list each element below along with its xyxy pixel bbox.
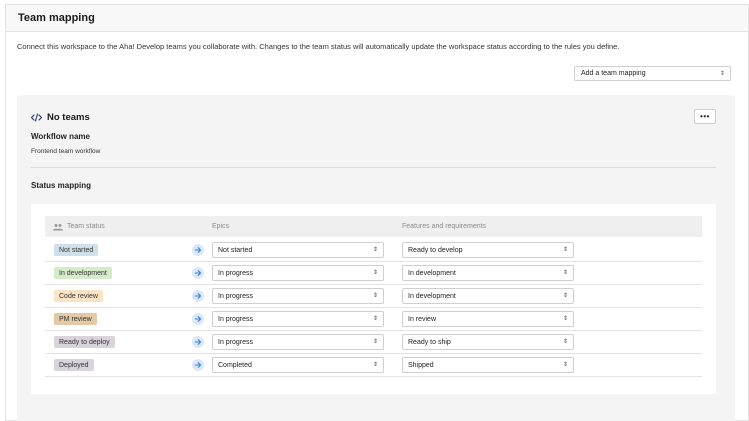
table-row: Deployed Completed ⇕ Shipped ⇕ <box>45 354 702 377</box>
column-header-label: Epics <box>212 223 230 230</box>
column-header-features: Features and requirements <box>402 216 486 237</box>
column-header-team-status: Team status <box>53 216 105 237</box>
add-team-mapping-label: Add a team mapping <box>581 70 646 77</box>
status-mapping-heading: Status mapping <box>31 181 92 190</box>
status-badge: PM review <box>54 313 97 325</box>
card-header: No teams <box>31 112 90 123</box>
add-team-mapping-select[interactable]: Add a team mapping ⇕ <box>574 66 731 81</box>
epic-status-value: Not started <box>218 246 253 254</box>
table-row: PM review In progress ⇕ In review ⇕ <box>45 308 702 331</box>
status-badge: Ready to deploy <box>54 336 115 348</box>
epic-status-value: In progress <box>218 338 254 346</box>
epic-status-value: In progress <box>218 269 254 277</box>
team-mapping-panel: Connect this workspace to the Aha! Devel… <box>5 31 749 421</box>
epic-status-value: In progress <box>218 315 254 323</box>
column-header-label: Team status <box>67 223 105 230</box>
feature-status-value: In review <box>408 315 437 323</box>
table-row: Ready to deploy In progress ⇕ Ready to sh… <box>45 331 702 354</box>
select-chevron-icon: ⇕ <box>372 247 378 253</box>
page: Team mapping Connect this workspace to t… <box>0 0 749 421</box>
divider <box>31 167 716 168</box>
table-row: In development In progress ⇕ In developme… <box>45 262 702 285</box>
arrow-right-icon <box>192 267 204 279</box>
status-mapping-table: Team status Epics Features and requireme… <box>31 204 716 394</box>
feature-status-select[interactable]: Ready to develop ⇕ <box>402 242 574 258</box>
select-chevron-icon: ⇕ <box>372 293 378 299</box>
status-badge: In development <box>54 267 112 279</box>
feature-status-select[interactable]: Ready to ship ⇕ <box>402 334 574 350</box>
select-chevron-icon: ⇕ <box>719 70 725 77</box>
select-chevron-icon: ⇕ <box>562 293 568 299</box>
workflow-name-label: Workflow name <box>31 132 90 141</box>
description-text: Connect this workspace to the Aha! Devel… <box>17 42 620 51</box>
feature-status-select[interactable]: Shipped ⇕ <box>402 357 574 373</box>
feature-status-value: In development <box>408 269 456 277</box>
table-header: Team status Epics Features and requireme… <box>45 216 702 237</box>
users-icon <box>53 223 63 230</box>
select-chevron-icon: ⇕ <box>562 316 568 322</box>
select-chevron-icon: ⇕ <box>372 270 378 276</box>
feature-status-select[interactable]: In review ⇕ <box>402 311 574 327</box>
select-chevron-icon: ⇕ <box>372 316 378 322</box>
select-chevron-icon: ⇕ <box>372 339 378 345</box>
feature-status-select[interactable]: In development ⇕ <box>402 265 574 281</box>
status-badge: Code review <box>54 290 103 302</box>
team-mapping-card: No teams ••• Workflow name Frontend team… <box>17 95 735 421</box>
epic-status-select[interactable]: In progress ⇕ <box>212 334 384 350</box>
table-row: Code review In progress ⇕ In development ⇕ <box>45 285 702 308</box>
epic-status-select[interactable]: Completed ⇕ <box>212 357 384 373</box>
arrow-right-icon <box>192 290 204 302</box>
code-icon <box>31 113 42 122</box>
epic-status-select[interactable]: In progress ⇕ <box>212 288 384 304</box>
arrow-right-icon <box>192 313 204 325</box>
workflow-name-value: Frontend team workflow <box>31 148 101 155</box>
arrow-right-icon <box>192 336 204 348</box>
select-chevron-icon: ⇕ <box>372 362 378 368</box>
feature-status-value: Shipped <box>408 361 434 369</box>
epic-status-value: In progress <box>218 292 254 300</box>
select-chevron-icon: ⇕ <box>562 247 568 253</box>
select-chevron-icon: ⇕ <box>562 339 568 345</box>
status-badge: Deployed <box>54 359 94 371</box>
column-header-epics: Epics <box>212 216 229 237</box>
epic-status-value: Completed <box>218 361 252 369</box>
epic-status-select[interactable]: In progress ⇕ <box>212 265 384 281</box>
arrow-right-icon <box>192 244 204 256</box>
more-options-button[interactable]: ••• <box>694 109 716 124</box>
status-badge: Not started <box>54 244 99 256</box>
column-header-label: Features and requirements <box>402 223 487 230</box>
card-title: No teams <box>47 112 90 123</box>
arrow-right-icon <box>192 359 204 371</box>
select-chevron-icon: ⇕ <box>562 362 568 368</box>
feature-status-value: Ready to develop <box>408 246 463 254</box>
table-row: Not started Not started ⇕ Ready to develo… <box>45 239 702 262</box>
epic-status-select[interactable]: In progress ⇕ <box>212 311 384 327</box>
feature-status-value: In development <box>408 292 456 300</box>
page-header: Team mapping <box>5 4 749 31</box>
epic-status-select[interactable]: Not started ⇕ <box>212 242 384 258</box>
select-chevron-icon: ⇕ <box>562 270 568 276</box>
page-title: Team mapping <box>18 12 95 24</box>
feature-status-value: Ready to ship <box>408 338 451 346</box>
feature-status-select[interactable]: In development ⇕ <box>402 288 574 304</box>
